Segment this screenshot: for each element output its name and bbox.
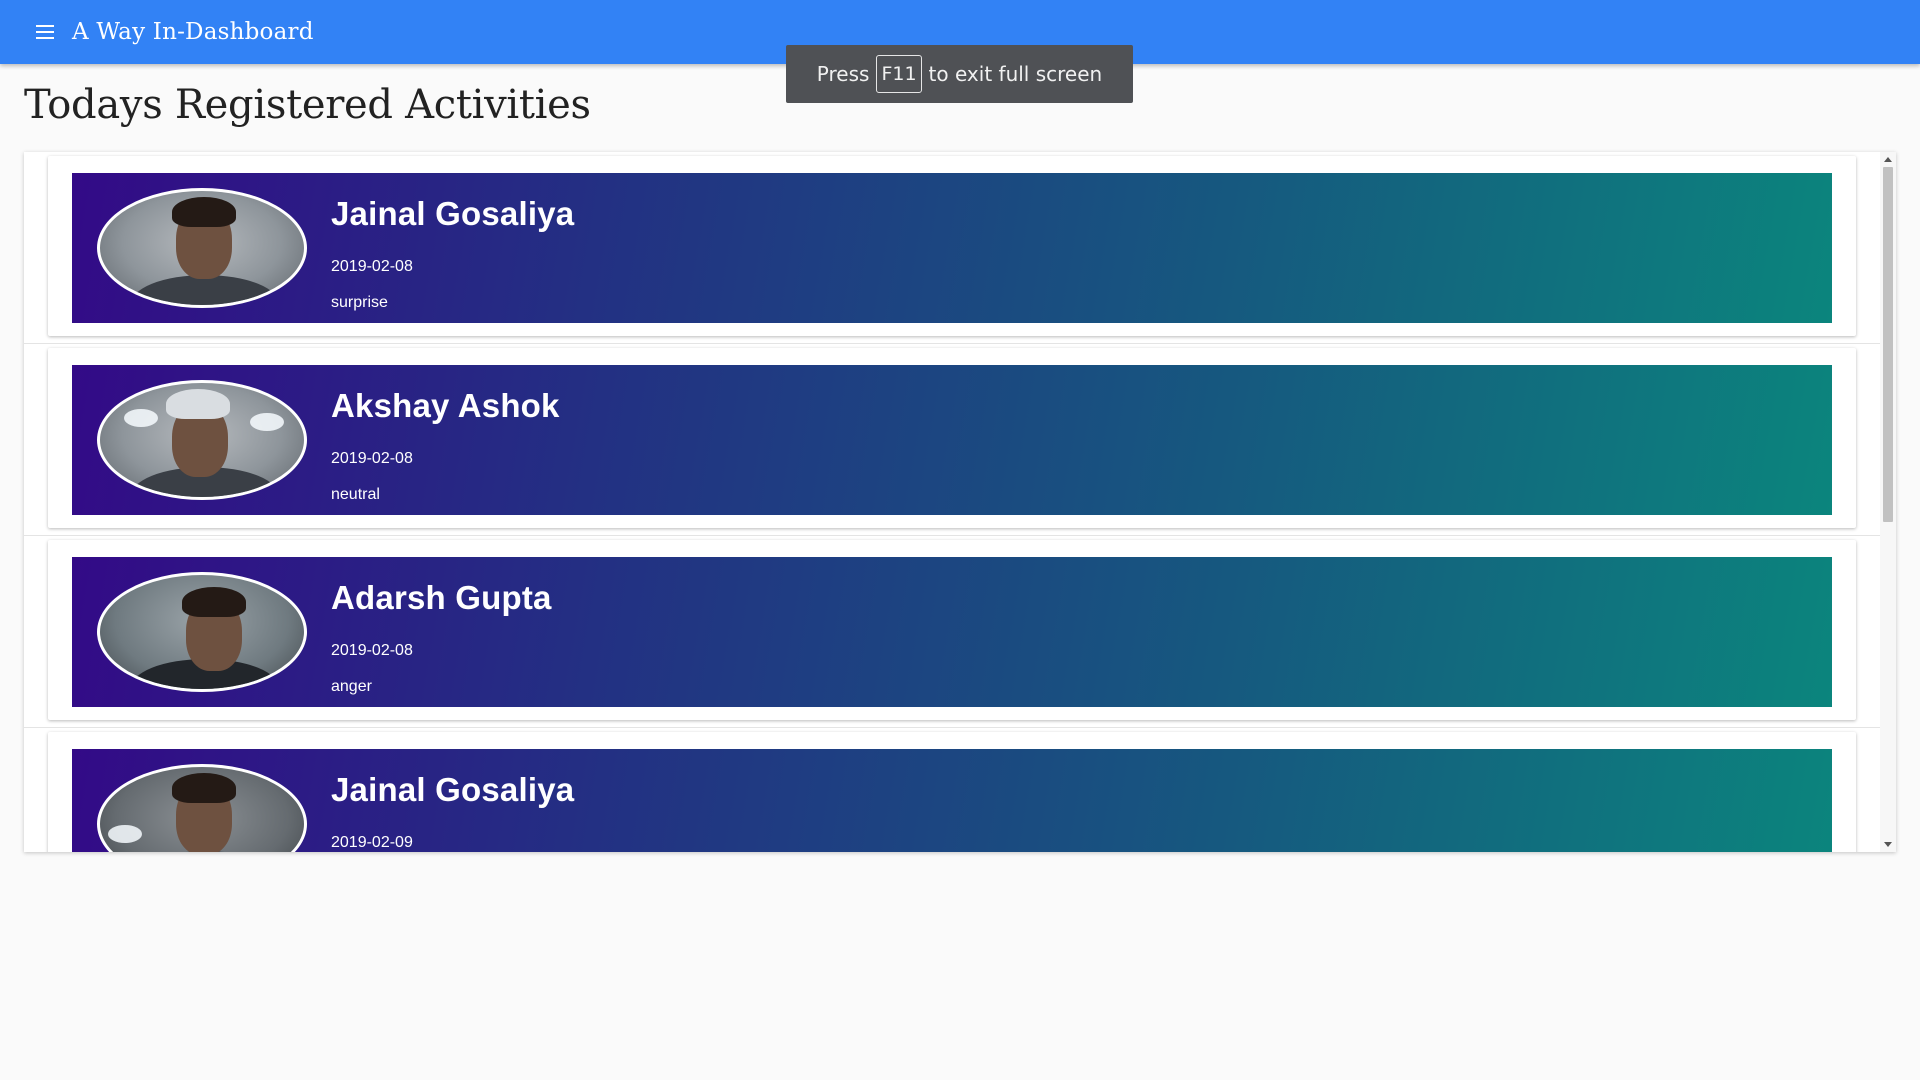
activity-date: 2019-02-08	[331, 450, 413, 467]
scroll-down-arrow-icon[interactable]	[1884, 842, 1892, 847]
activity-card-banner: Jainal Gosaliya 2019-02-09	[72, 749, 1832, 852]
menu-icon[interactable]	[36, 20, 60, 44]
activity-card[interactable]: Akshay Ashok 2019-02-08 neutral	[48, 348, 1856, 528]
f11-key-badge: F11	[876, 55, 922, 93]
fullscreen-notice: Press F11 to exit full screen	[786, 45, 1133, 103]
activity-date: 2019-02-09	[331, 834, 413, 851]
list-scrollbar[interactable]	[1880, 152, 1896, 852]
activity-row: Akshay Ashok 2019-02-08 neutral	[24, 344, 1880, 536]
fullscreen-notice-prefix: Press	[816, 62, 870, 86]
avatar	[97, 380, 307, 500]
activity-list[interactable]: Jainal Gosaliya 2019-02-08 surprise Aksh	[24, 152, 1896, 852]
activity-row: Adarsh Gupta 2019-02-08 anger	[24, 536, 1880, 728]
activity-list-viewport: Jainal Gosaliya 2019-02-08 surprise Aksh	[24, 152, 1880, 852]
activity-emotion: anger	[331, 678, 372, 695]
person-name: Jainal Gosaliya	[331, 771, 575, 808]
person-name: Adarsh Gupta	[331, 579, 552, 616]
scroll-up-arrow-icon[interactable]	[1884, 157, 1892, 162]
activity-card-banner: Akshay Ashok 2019-02-08 neutral	[72, 365, 1832, 515]
activity-card-banner: Jainal Gosaliya 2019-02-08 surprise	[72, 173, 1832, 323]
fullscreen-notice-suffix: to exit full screen	[928, 62, 1103, 86]
avatar	[97, 572, 307, 692]
activity-card-banner: Adarsh Gupta 2019-02-08 anger	[72, 557, 1832, 707]
person-name: Akshay Ashok	[331, 387, 560, 424]
person-name: Jainal Gosaliya	[331, 195, 575, 232]
avatar	[97, 764, 307, 852]
activity-date: 2019-02-08	[331, 258, 413, 275]
activity-card[interactable]: Adarsh Gupta 2019-02-08 anger	[48, 540, 1856, 720]
activity-emotion: surprise	[331, 294, 388, 311]
activity-card[interactable]: Jainal Gosaliya 2019-02-09	[48, 732, 1856, 852]
activity-row: Jainal Gosaliya 2019-02-08 surprise	[24, 152, 1880, 344]
activity-date: 2019-02-08	[331, 642, 413, 659]
app-title: A Way In-Dashboard	[72, 19, 314, 45]
scroll-thumb[interactable]	[1883, 167, 1893, 522]
activity-card[interactable]: Jainal Gosaliya 2019-02-08 surprise	[48, 156, 1856, 336]
avatar	[97, 188, 307, 308]
page-title: Todays Registered Activities	[24, 82, 591, 128]
activity-row: Jainal Gosaliya 2019-02-09	[24, 728, 1880, 852]
activity-emotion: neutral	[331, 486, 380, 503]
